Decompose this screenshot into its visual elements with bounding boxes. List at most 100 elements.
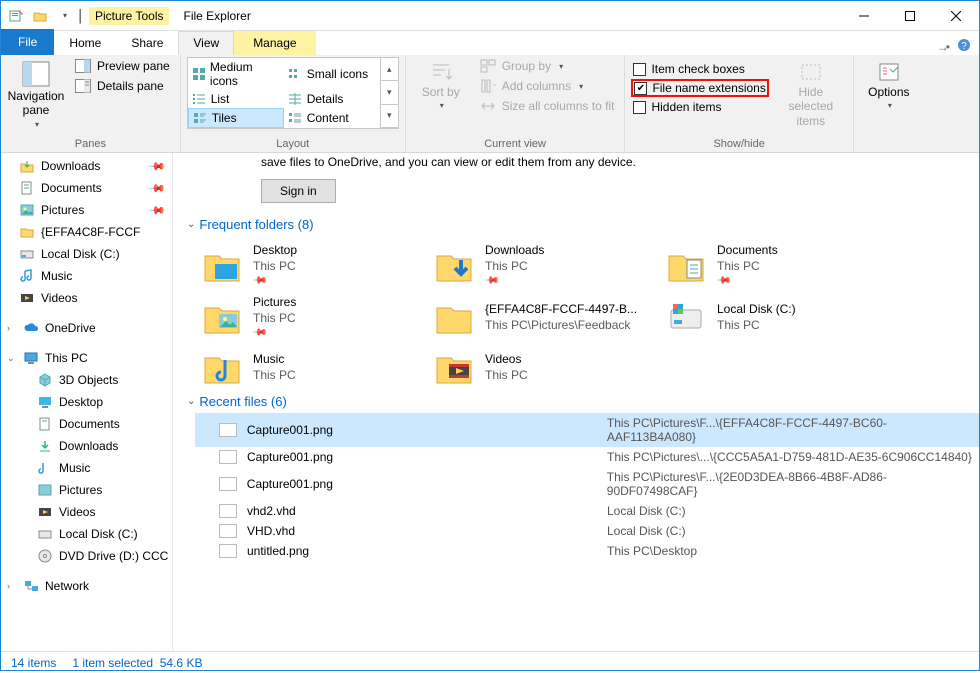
layout-tiles[interactable]: Tiles xyxy=(188,108,284,128)
nav-downloads-2[interactable]: Downloads xyxy=(1,435,172,457)
pin-ribbon-icon[interactable]: →• xyxy=(937,40,947,54)
qat-dropdown-icon[interactable]: ▾ xyxy=(53,5,75,27)
nav-onedrive[interactable]: ›OneDrive xyxy=(1,317,172,339)
frequent-folders-header[interactable]: ⌄Frequent folders (8) xyxy=(181,211,979,236)
layout-small-icons[interactable]: Small icons xyxy=(284,58,380,90)
options-button[interactable]: Options▾ xyxy=(860,57,918,111)
folder-item[interactable]: {EFFA4C8F-FCCF-4497-B...This PC\Pictures… xyxy=(433,294,653,340)
group-by-button[interactable]: Group by▾ xyxy=(476,57,619,75)
maximize-button[interactable] xyxy=(887,1,933,31)
layout-list[interactable]: List xyxy=(188,90,284,108)
music-icon xyxy=(19,268,35,284)
nav-feedback-folder[interactable]: {EFFA4C8F-FCCF xyxy=(1,221,172,243)
chevron-right-icon[interactable]: › xyxy=(7,323,17,333)
nav-pictures[interactable]: Pictures📌 xyxy=(1,199,172,221)
navigation-pane-button[interactable]: Navigation pane ▾ xyxy=(7,57,65,129)
recent-file-row[interactable]: Capture001.pngThis PC\Pictures\F...\{EFF… xyxy=(195,413,979,447)
window-title: File Explorer xyxy=(183,9,250,23)
sort-by-button[interactable]: Sort by▾ xyxy=(412,57,470,111)
add-columns-button[interactable]: +Add columns▾ xyxy=(476,77,619,95)
content-pane[interactable]: save files to OneDrive, and you can view… xyxy=(173,153,979,651)
folder-item[interactable]: DesktopThis PC📌 xyxy=(201,242,421,288)
file-icon xyxy=(219,423,237,437)
folder-item[interactable]: DocumentsThis PC📌 xyxy=(665,242,885,288)
nav-this-pc[interactable]: ⌄This PC xyxy=(1,347,172,369)
recent-file-row[interactable]: vhd2.vhdLocal Disk (C:) xyxy=(195,501,979,521)
chevron-down-icon: ⌄ xyxy=(187,219,195,230)
recent-files-list: Capture001.pngThis PC\Pictures\F...\{EFF… xyxy=(181,413,979,561)
recent-files-header[interactable]: ⌄Recent files (6) xyxy=(181,388,979,413)
help-icon[interactable]: ? xyxy=(957,38,971,55)
item-check-boxes-checkbox[interactable]: Item check boxes xyxy=(631,61,768,77)
folder-name: Videos xyxy=(485,351,528,367)
qat-new-folder-icon[interactable] xyxy=(29,5,51,27)
folder-large-icon xyxy=(433,346,475,388)
folder-item[interactable]: DownloadsThis PC📌 xyxy=(433,242,653,288)
nav-videos-2[interactable]: Videos xyxy=(1,501,172,523)
layout-gallery[interactable]: Medium icons Small icons List Details Ti… xyxy=(187,57,399,129)
recent-file-row[interactable]: Capture001.pngThis PC\Pictures\F...\{2E0… xyxy=(195,467,979,501)
preview-pane-button[interactable]: Preview pane xyxy=(71,57,174,75)
network-icon xyxy=(23,578,39,594)
folder-name: Documents xyxy=(717,242,778,258)
qat-separator: │ xyxy=(77,9,85,23)
nav-3d-objects[interactable]: 3D Objects xyxy=(1,369,172,391)
folder-item[interactable]: PicturesThis PC📌 xyxy=(201,294,421,340)
folder-item[interactable]: VideosThis PC xyxy=(433,346,653,388)
tab-manage[interactable]: Manage xyxy=(234,31,315,55)
layout-content[interactable]: Content xyxy=(284,108,380,128)
navigation-pane-label: Navigation pane xyxy=(7,89,65,118)
nav-videos[interactable]: Videos xyxy=(1,287,172,309)
hide-selected-button[interactable]: Hide selected items xyxy=(775,57,847,128)
folder-item[interactable]: Local Disk (C:)This PC xyxy=(665,294,885,340)
navigation-pane[interactable]: Downloads📌 Documents📌 Pictures📌 {EFFA4C8… xyxy=(1,153,173,651)
folder-name: {EFFA4C8F-FCCF-4497-B... xyxy=(485,301,637,317)
close-button[interactable] xyxy=(933,1,979,31)
nav-downloads[interactable]: Downloads📌 xyxy=(1,155,172,177)
documents-icon xyxy=(19,180,35,196)
nav-desktop[interactable]: Desktop xyxy=(1,391,172,413)
size-columns-button[interactable]: Size all columns to fit xyxy=(476,97,619,115)
layout-medium-icons[interactable]: Medium icons xyxy=(188,58,284,90)
nav-dvd-drive[interactable]: DVD Drive (D:) CCC xyxy=(1,545,172,567)
recent-file-row[interactable]: untitled.pngThis PC\Desktop xyxy=(195,541,979,561)
pin-icon: 📌 xyxy=(148,201,167,220)
hidden-items-checkbox[interactable]: Hidden items xyxy=(631,99,768,115)
folder-item[interactable]: MusicThis PC xyxy=(201,346,421,388)
nav-network[interactable]: ›Network xyxy=(1,575,172,597)
downloads-icon xyxy=(19,158,35,174)
qat-properties-icon[interactable] xyxy=(5,5,27,27)
videos-icon xyxy=(37,504,53,520)
layout-gallery-scroll[interactable]: ▴▾▾ xyxy=(380,58,398,128)
nav-music-2[interactable]: Music xyxy=(1,457,172,479)
layout-details[interactable]: Details xyxy=(284,90,380,108)
file-name: VHD.vhd xyxy=(247,524,607,538)
chevron-right-icon[interactable]: › xyxy=(7,581,17,591)
status-selected: 1 item selected 54.6 KB xyxy=(72,656,202,670)
folder-name: Pictures xyxy=(253,294,296,310)
recent-file-row[interactable]: Capture001.pngThis PC\Pictures\...\{CCC5… xyxy=(195,447,979,467)
svg-text:+: + xyxy=(493,79,496,92)
nav-pictures-2[interactable]: Pictures xyxy=(1,479,172,501)
chevron-down-icon[interactable]: ⌄ xyxy=(7,353,17,364)
tab-home[interactable]: Home xyxy=(54,31,116,55)
nav-documents[interactable]: Documents📌 xyxy=(1,177,172,199)
chevron-down-icon: ▾ xyxy=(35,120,39,130)
tab-share[interactable]: Share xyxy=(116,31,178,55)
details-pane-button[interactable]: Details pane xyxy=(71,77,174,95)
nav-local-disk[interactable]: Local Disk (C:) xyxy=(1,243,172,265)
minimize-button[interactable] xyxy=(841,1,887,31)
tab-file[interactable]: File xyxy=(1,29,54,55)
nav-music[interactable]: Music xyxy=(1,265,172,287)
tab-view[interactable]: View xyxy=(178,31,234,55)
recent-file-row[interactable]: VHD.vhdLocal Disk (C:) xyxy=(195,521,979,541)
nav-documents-2[interactable]: Documents xyxy=(1,413,172,435)
onedrive-icon xyxy=(23,320,39,336)
file-name: Capture001.png xyxy=(247,423,607,437)
group-label-show-hide: Show/hide xyxy=(631,136,846,152)
file-name-extensions-checkbox[interactable]: ✔File name extensions xyxy=(631,79,768,97)
folder-large-icon xyxy=(201,346,243,388)
nav-local-disk-2[interactable]: Local Disk (C:) xyxy=(1,523,172,545)
folder-name: Downloads xyxy=(485,242,544,258)
sign-in-button[interactable]: Sign in xyxy=(261,179,336,203)
